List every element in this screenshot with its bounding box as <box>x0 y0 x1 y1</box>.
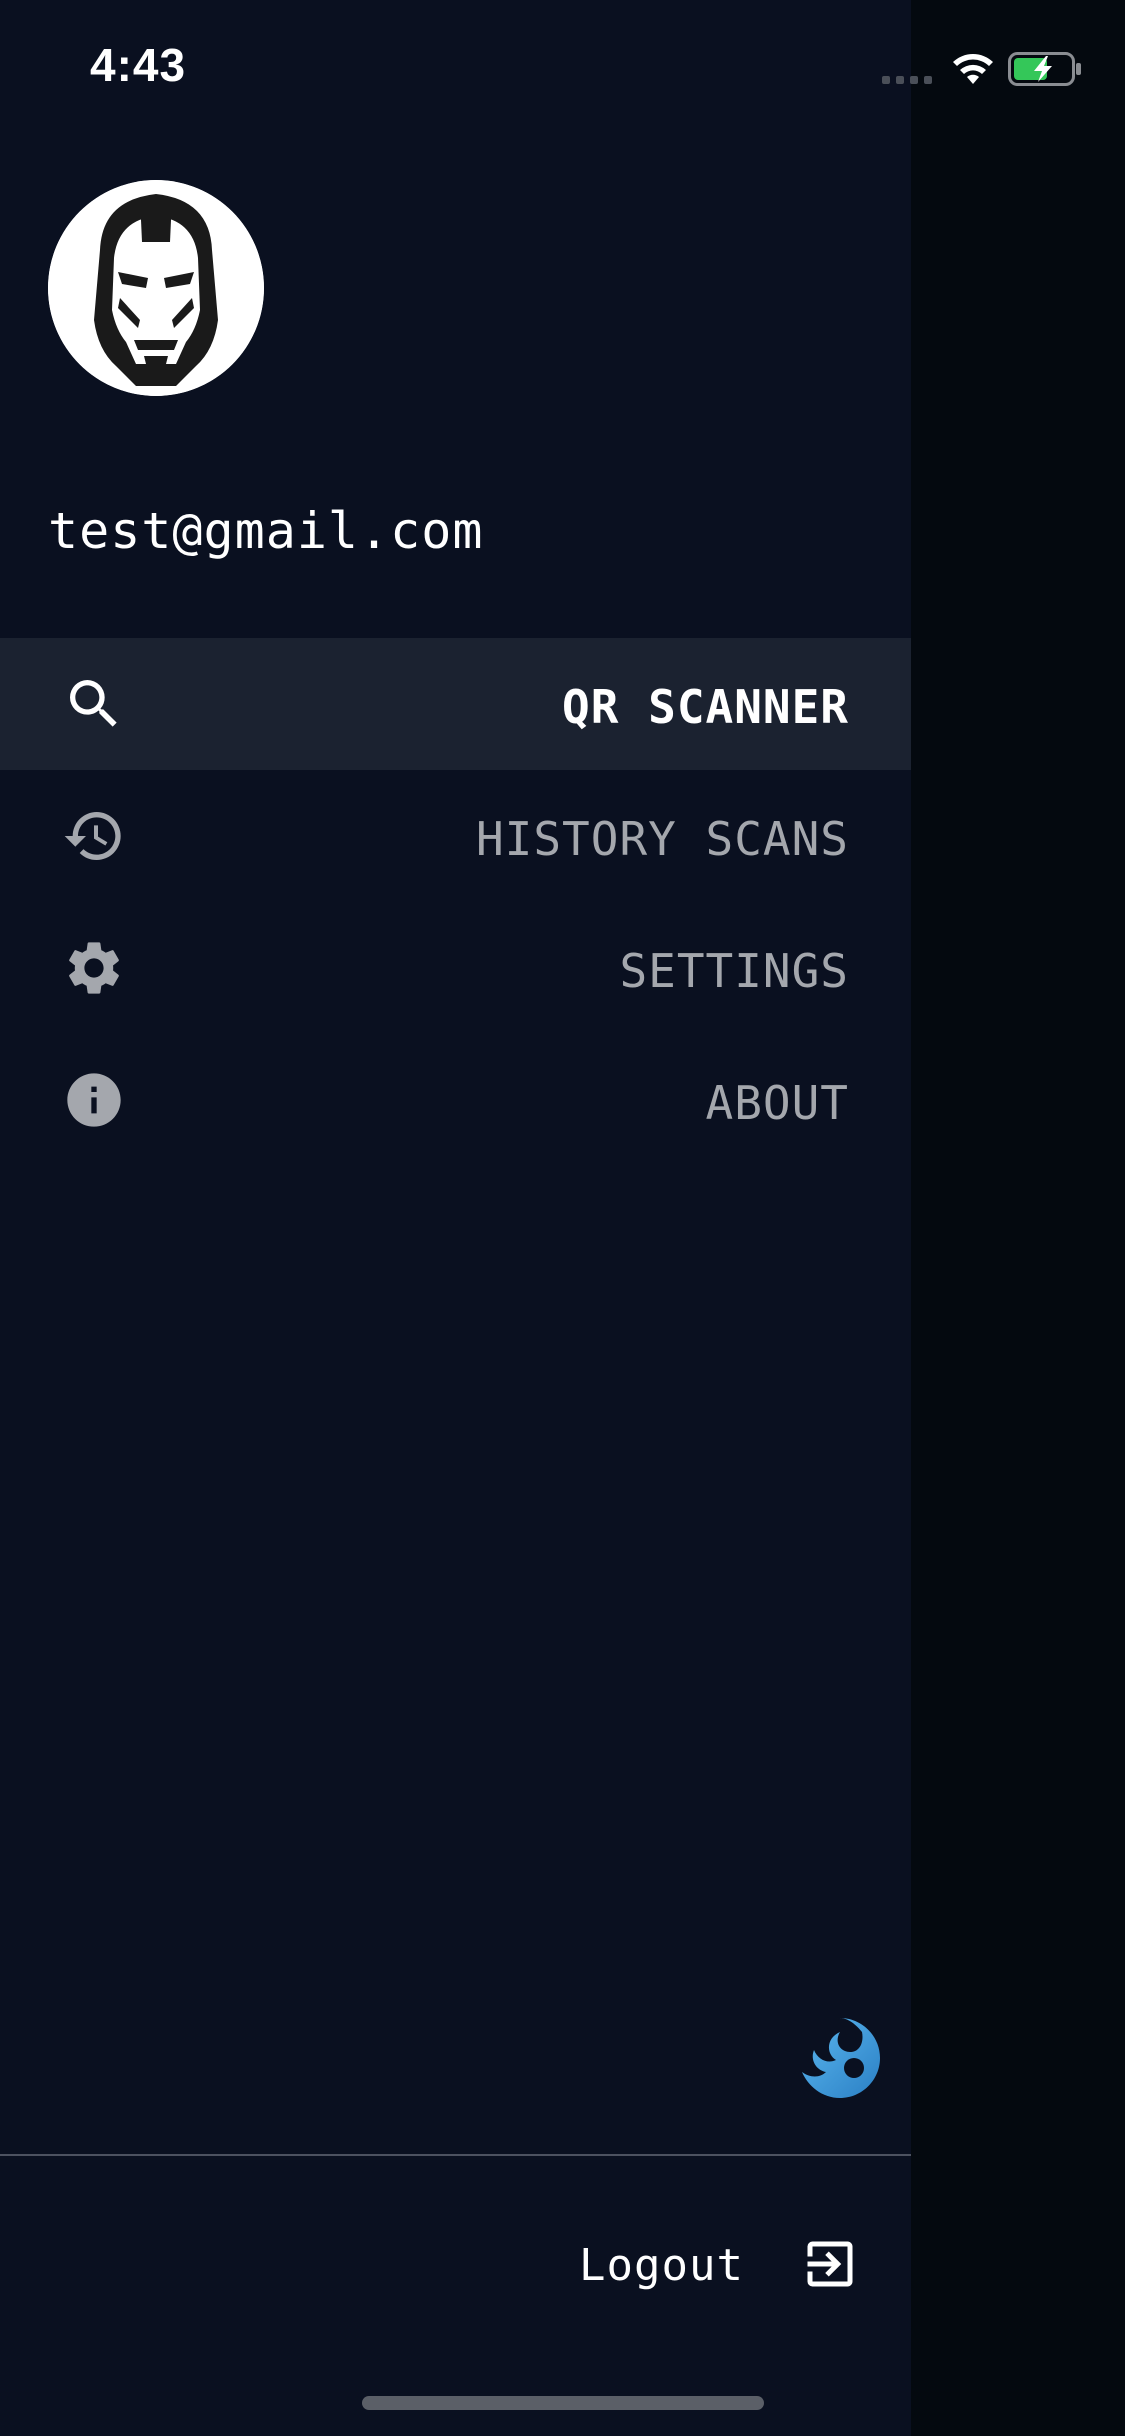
brand-logo-icon <box>796 2014 884 2102</box>
battery-charging-icon <box>1008 52 1084 86</box>
menu-item-history-scans[interactable]: HISTORY SCANS <box>0 770 911 902</box>
menu-item-qr-scanner[interactable]: QR SCANNER <box>0 638 911 770</box>
menu-item-label: ABOUT <box>705 1076 849 1130</box>
search-icon <box>62 672 126 736</box>
drawer-menu: QR SCANNER HISTORY SCANS SETTINGS ABOUT <box>0 638 911 1166</box>
status-bar: 4:43 <box>0 0 1125 140</box>
menu-item-label: HISTORY SCANS <box>475 812 849 866</box>
user-email: test@gmail.com <box>48 502 484 560</box>
home-indicator[interactable] <box>362 2396 764 2410</box>
menu-item-label: SETTINGS <box>619 944 849 998</box>
history-icon <box>62 804 126 868</box>
menu-item-label: QR SCANNER <box>562 680 849 734</box>
app-screen: test@gmail.com QR SCANNER HISTORY SCANS <box>0 0 1125 2436</box>
drawer-backdrop[interactable] <box>911 0 1125 2436</box>
info-icon <box>62 1068 126 1132</box>
cellular-signal-icon <box>882 76 934 84</box>
gear-icon <box>62 936 126 1000</box>
status-time: 4:43 <box>90 39 187 91</box>
iron-man-helmet-icon <box>48 180 264 396</box>
footer-divider <box>0 2154 911 2156</box>
navigation-drawer: test@gmail.com QR SCANNER HISTORY SCANS <box>0 0 911 2436</box>
wifi-icon <box>950 50 996 86</box>
menu-item-settings[interactable]: SETTINGS <box>0 902 911 1034</box>
logout-label: Logout <box>579 2240 744 2291</box>
logout-icon <box>800 2234 860 2294</box>
avatar[interactable] <box>48 180 264 396</box>
logout-button[interactable]: Logout <box>560 2228 860 2308</box>
menu-item-about[interactable]: ABOUT <box>0 1034 911 1166</box>
